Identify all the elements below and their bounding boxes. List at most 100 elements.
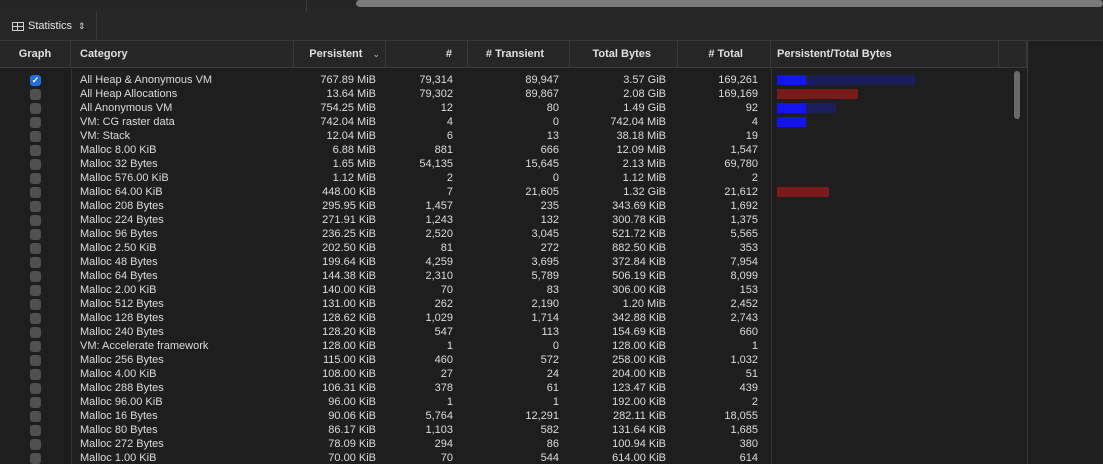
- table-row[interactable]: Malloc 8.00 KiB 6.88 MiB 881 666 12.09 MiB 1,…: [0, 143, 1027, 157]
- ratio-cell: [771, 311, 999, 325]
- table-row[interactable]: Malloc 1.00 KiB 70.00 KiB 70 544 614.00 KiB 6…: [0, 451, 1027, 464]
- column-header-total-bytes[interactable]: Total Bytes: [570, 41, 678, 67]
- table-row[interactable]: Malloc 80 Bytes 86.17 KiB 1,103 582 131.64 K…: [0, 423, 1027, 437]
- graph-checkbox[interactable]: [30, 340, 41, 352]
- total-cell: 614: [739, 452, 758, 464]
- table-row[interactable]: Malloc 4.00 KiB 108.00 KiB 27 24 204.00 KiB 5…: [0, 367, 1027, 381]
- column-header-transient[interactable]: # Transient: [468, 41, 570, 67]
- persistent-cell: 1.65 MiB: [332, 158, 376, 170]
- table-icon: [12, 21, 24, 31]
- table-row[interactable]: Malloc 272 Bytes 78.09 KiB 294 86 100.94 KiB…: [0, 437, 1027, 451]
- column-header-total[interactable]: # Total: [678, 41, 771, 67]
- transient-cell: 24: [546, 368, 559, 380]
- count-cell: 378: [434, 382, 453, 394]
- graph-checkbox[interactable]: [30, 298, 41, 310]
- graph-checkbox[interactable]: [30, 438, 41, 450]
- table-row[interactable]: Malloc 2.00 KiB 140.00 KiB 70 83 306.00 KiB 1…: [0, 283, 1027, 297]
- total-bytes-cell: 1.49 GiB: [623, 102, 666, 114]
- table-row[interactable]: Malloc 224 Bytes 271.91 KiB 1,243 132 300.78…: [0, 213, 1027, 227]
- graph-checkbox[interactable]: [30, 172, 41, 184]
- column-header-category[interactable]: Category: [71, 41, 294, 67]
- graph-cell: [0, 101, 71, 115]
- total-bytes-cell: 12.09 MiB: [616, 144, 666, 156]
- graph-checkbox[interactable]: [30, 186, 41, 198]
- table-body: All Heap & Anonymous VM 767.89 MiB 79,314 8…: [0, 71, 1027, 464]
- table-row[interactable]: VM: Accelerate framework 128.00 KiB 1 0 128.…: [0, 339, 1027, 353]
- ratio-cell: [771, 297, 999, 311]
- table-row[interactable]: Malloc 96.00 KiB 96.00 KiB 1 1 192.00 KiB 2: [0, 395, 1027, 409]
- table-row[interactable]: Malloc 512 Bytes 131.00 KiB 262 2,190 1.20 M…: [0, 297, 1027, 311]
- category-cell: All Heap & Anonymous VM: [80, 74, 213, 86]
- total-cell: 2,452: [730, 298, 758, 310]
- graph-checkbox[interactable]: [30, 270, 41, 282]
- ratio-cell: [771, 101, 999, 115]
- table-row[interactable]: Malloc 256 Bytes 115.00 KiB 460 572 258.00 K…: [0, 353, 1027, 367]
- table-row[interactable]: VM: Stack 12.04 MiB 6 13 38.18 MiB 19: [0, 129, 1027, 143]
- graph-checkbox[interactable]: [30, 256, 41, 268]
- graph-checkbox[interactable]: [30, 410, 41, 422]
- vertical-scrollbar[interactable]: [1012, 71, 1022, 464]
- graph-cell: [0, 129, 71, 143]
- graph-checkbox[interactable]: [30, 130, 41, 142]
- column-header-ratio[interactable]: Persistent/Total Bytes: [771, 41, 999, 67]
- graph-checkbox[interactable]: [30, 242, 41, 254]
- graph-cell: [0, 381, 71, 395]
- graph-checkbox[interactable]: [30, 214, 41, 226]
- column-header-count[interactable]: #: [386, 41, 468, 67]
- graph-checkbox[interactable]: [30, 326, 41, 338]
- graph-checkbox[interactable]: [30, 158, 41, 170]
- persistent-cell: 448.00 KiB: [322, 186, 376, 198]
- table-row[interactable]: Malloc 240 Bytes 128.20 KiB 547 113 154.69 K…: [0, 325, 1027, 339]
- category-cell: Malloc 80 Bytes: [80, 424, 158, 436]
- category-cell: Malloc 576.00 KiB: [80, 172, 169, 184]
- graph-checkbox[interactable]: [30, 396, 41, 408]
- graph-checkbox[interactable]: [30, 382, 41, 394]
- graph-checkbox[interactable]: [30, 116, 41, 128]
- toolbar: Statistics ⇕: [0, 12, 1103, 41]
- graph-checkbox[interactable]: [30, 368, 41, 380]
- category-cell: Malloc 8.00 KiB: [80, 144, 157, 156]
- graph-checkbox[interactable]: [30, 74, 41, 86]
- table-row[interactable]: Malloc 128 Bytes 128.62 KiB 1,029 1,714 342.…: [0, 311, 1027, 325]
- persistent-cell: 106.31 KiB: [322, 382, 376, 394]
- category-cell: Malloc 2.50 KiB: [80, 242, 157, 254]
- table-row[interactable]: Malloc 576.00 KiB 1.12 MiB 2 0 1.12 MiB 2: [0, 171, 1027, 185]
- table-row[interactable]: VM: CG raster data 742.04 MiB 4 0 742.04 MiB…: [0, 115, 1027, 129]
- graph-checkbox[interactable]: [30, 102, 41, 114]
- persistent-cell: 108.00 KiB: [322, 368, 376, 380]
- graph-checkbox[interactable]: [30, 228, 41, 240]
- horizontal-scrollbar[interactable]: [356, 0, 1103, 7]
- table-row[interactable]: Malloc 288 Bytes 106.31 KiB 378 61 123.47 Ki…: [0, 381, 1027, 395]
- graph-checkbox[interactable]: [30, 284, 41, 296]
- graph-checkbox[interactable]: [30, 88, 41, 100]
- table-row[interactable]: Malloc 48 Bytes 199.64 KiB 4,259 3,695 372.8…: [0, 255, 1027, 269]
- view-selector-button[interactable]: Statistics ⇕: [12, 18, 86, 34]
- graph-checkbox[interactable]: [30, 354, 41, 366]
- count-cell: 54,135: [419, 158, 453, 170]
- column-header-persistent[interactable]: Persistent ⌄: [294, 41, 386, 67]
- table-row[interactable]: All Heap & Anonymous VM 767.89 MiB 79,314 8…: [0, 73, 1027, 87]
- table-row[interactable]: All Anonymous VM 754.25 MiB 12 80 1.49 GiB 92: [0, 101, 1027, 115]
- graph-checkbox[interactable]: [30, 312, 41, 324]
- graph-checkbox[interactable]: [30, 424, 41, 436]
- table-row[interactable]: Malloc 2.50 KiB 202.50 KiB 81 272 882.50 KiB…: [0, 241, 1027, 255]
- table-row[interactable]: Malloc 96 Bytes 236.25 KiB 2,520 3,045 521.7…: [0, 227, 1027, 241]
- graph-checkbox[interactable]: [30, 144, 41, 156]
- table-row[interactable]: Malloc 208 Bytes 295.95 KiB 1,457 235 343.69…: [0, 199, 1027, 213]
- total-bytes-cell: 342.88 KiB: [612, 312, 666, 324]
- column-header-persistent-label: Persistent: [309, 48, 363, 60]
- scrollbar-thumb[interactable]: [1014, 71, 1020, 119]
- category-cell: VM: Stack: [80, 130, 131, 142]
- count-cell: 1: [446, 340, 453, 352]
- graph-cell: [0, 339, 71, 353]
- table-row[interactable]: Malloc 64.00 KiB 448.00 KiB 7 21,605 1.32 Gi…: [0, 185, 1027, 199]
- graph-checkbox[interactable]: [30, 200, 41, 212]
- table-row[interactable]: Malloc 64 Bytes 144.38 KiB 2,310 5,789 506.1…: [0, 269, 1027, 283]
- table-row[interactable]: Malloc 32 Bytes 1.65 MiB 54,135 15,645 2.13 …: [0, 157, 1027, 171]
- total-bytes-cell: 131.64 KiB: [612, 424, 666, 436]
- total-bytes-cell: 506.19 KiB: [612, 270, 666, 282]
- table-row[interactable]: Malloc 16 Bytes 90.06 KiB 5,764 12,291 282.1…: [0, 409, 1027, 423]
- table-row[interactable]: All Heap Allocations 13.64 MiB 79,302 89,86…: [0, 87, 1027, 101]
- column-header-graph[interactable]: Graph: [0, 41, 71, 67]
- graph-checkbox[interactable]: [30, 452, 41, 464]
